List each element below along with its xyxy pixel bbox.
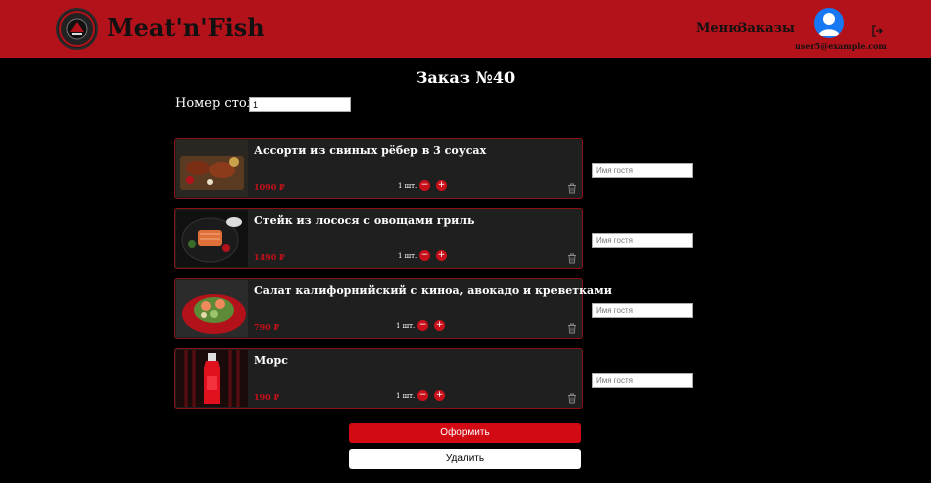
guest-name-input[interactable] bbox=[592, 163, 693, 178]
item-name: Стейк из лосося с овощами гриль bbox=[254, 214, 475, 227]
user-avatar-icon[interactable] bbox=[814, 8, 844, 38]
order-item: Ассорти из свиных рёбер в 3 соусах 1090 … bbox=[174, 138, 583, 199]
item-quantity: 1 шт. bbox=[396, 392, 416, 400]
submit-order-button[interactable]: Оформить bbox=[349, 423, 581, 443]
item-quantity: 1 шт. bbox=[398, 182, 418, 190]
ribs-platter-image bbox=[176, 140, 248, 197]
guest-name-input[interactable] bbox=[592, 233, 693, 248]
decrease-quantity-button[interactable]: − bbox=[417, 320, 428, 331]
table-number-input[interactable] bbox=[249, 97, 351, 112]
item-price: 1490 ₽ bbox=[254, 252, 285, 262]
user-email: user5@example.com bbox=[795, 41, 887, 51]
decrease-quantity-button[interactable]: − bbox=[419, 180, 430, 191]
item-name: Салат калифорнийский с киноа, авокадо и … bbox=[254, 284, 612, 297]
item-name: Ассорти из свиных рёбер в 3 соусах bbox=[254, 144, 487, 157]
header: Meat'n'Fish Меню Заказы user5@example.co… bbox=[0, 0, 931, 58]
item-quantity: 1 шт. bbox=[396, 322, 416, 330]
salmon-steak-image bbox=[176, 210, 248, 267]
increase-quantity-button[interactable]: + bbox=[436, 180, 447, 191]
trash-icon[interactable] bbox=[567, 249, 577, 268]
decrease-quantity-button[interactable]: − bbox=[417, 390, 428, 401]
item-price: 1090 ₽ bbox=[254, 182, 285, 192]
trash-icon[interactable] bbox=[567, 319, 577, 338]
order-title: Заказ №40 bbox=[415, 68, 516, 87]
increase-quantity-button[interactable]: + bbox=[434, 320, 445, 331]
decrease-quantity-button[interactable]: − bbox=[419, 250, 430, 261]
quinoa-salad-image bbox=[176, 280, 248, 337]
nav-orders-link[interactable]: Заказы bbox=[738, 21, 795, 36]
berry-drink-bottle-image bbox=[176, 350, 248, 407]
guest-name-input[interactable] bbox=[592, 373, 693, 388]
item-name: Морс bbox=[254, 354, 288, 367]
order-item: Стейк из лосося с овощами гриль 1490 ₽ 1… bbox=[174, 208, 583, 269]
item-price: 790 ₽ bbox=[254, 322, 280, 332]
trash-icon[interactable] bbox=[567, 179, 577, 198]
item-price: 190 ₽ bbox=[254, 392, 280, 402]
item-quantity: 1 шт. bbox=[398, 252, 418, 260]
delete-order-button[interactable]: Удалить bbox=[349, 449, 581, 469]
logout-icon[interactable] bbox=[871, 22, 883, 41]
increase-quantity-button[interactable]: + bbox=[434, 390, 445, 401]
increase-quantity-button[interactable]: + bbox=[436, 250, 447, 261]
order-item: Салат калифорнийский с киноа, авокадо и … bbox=[174, 278, 612, 339]
guest-name-input[interactable] bbox=[592, 303, 693, 318]
nav-menu-link[interactable]: Меню bbox=[696, 21, 742, 36]
brand-name[interactable]: Meat'n'Fish bbox=[107, 13, 265, 42]
logo[interactable] bbox=[56, 8, 98, 50]
order-item: Морс 190 ₽ 1 шт. − + bbox=[174, 348, 583, 409]
trash-icon[interactable] bbox=[567, 389, 577, 408]
